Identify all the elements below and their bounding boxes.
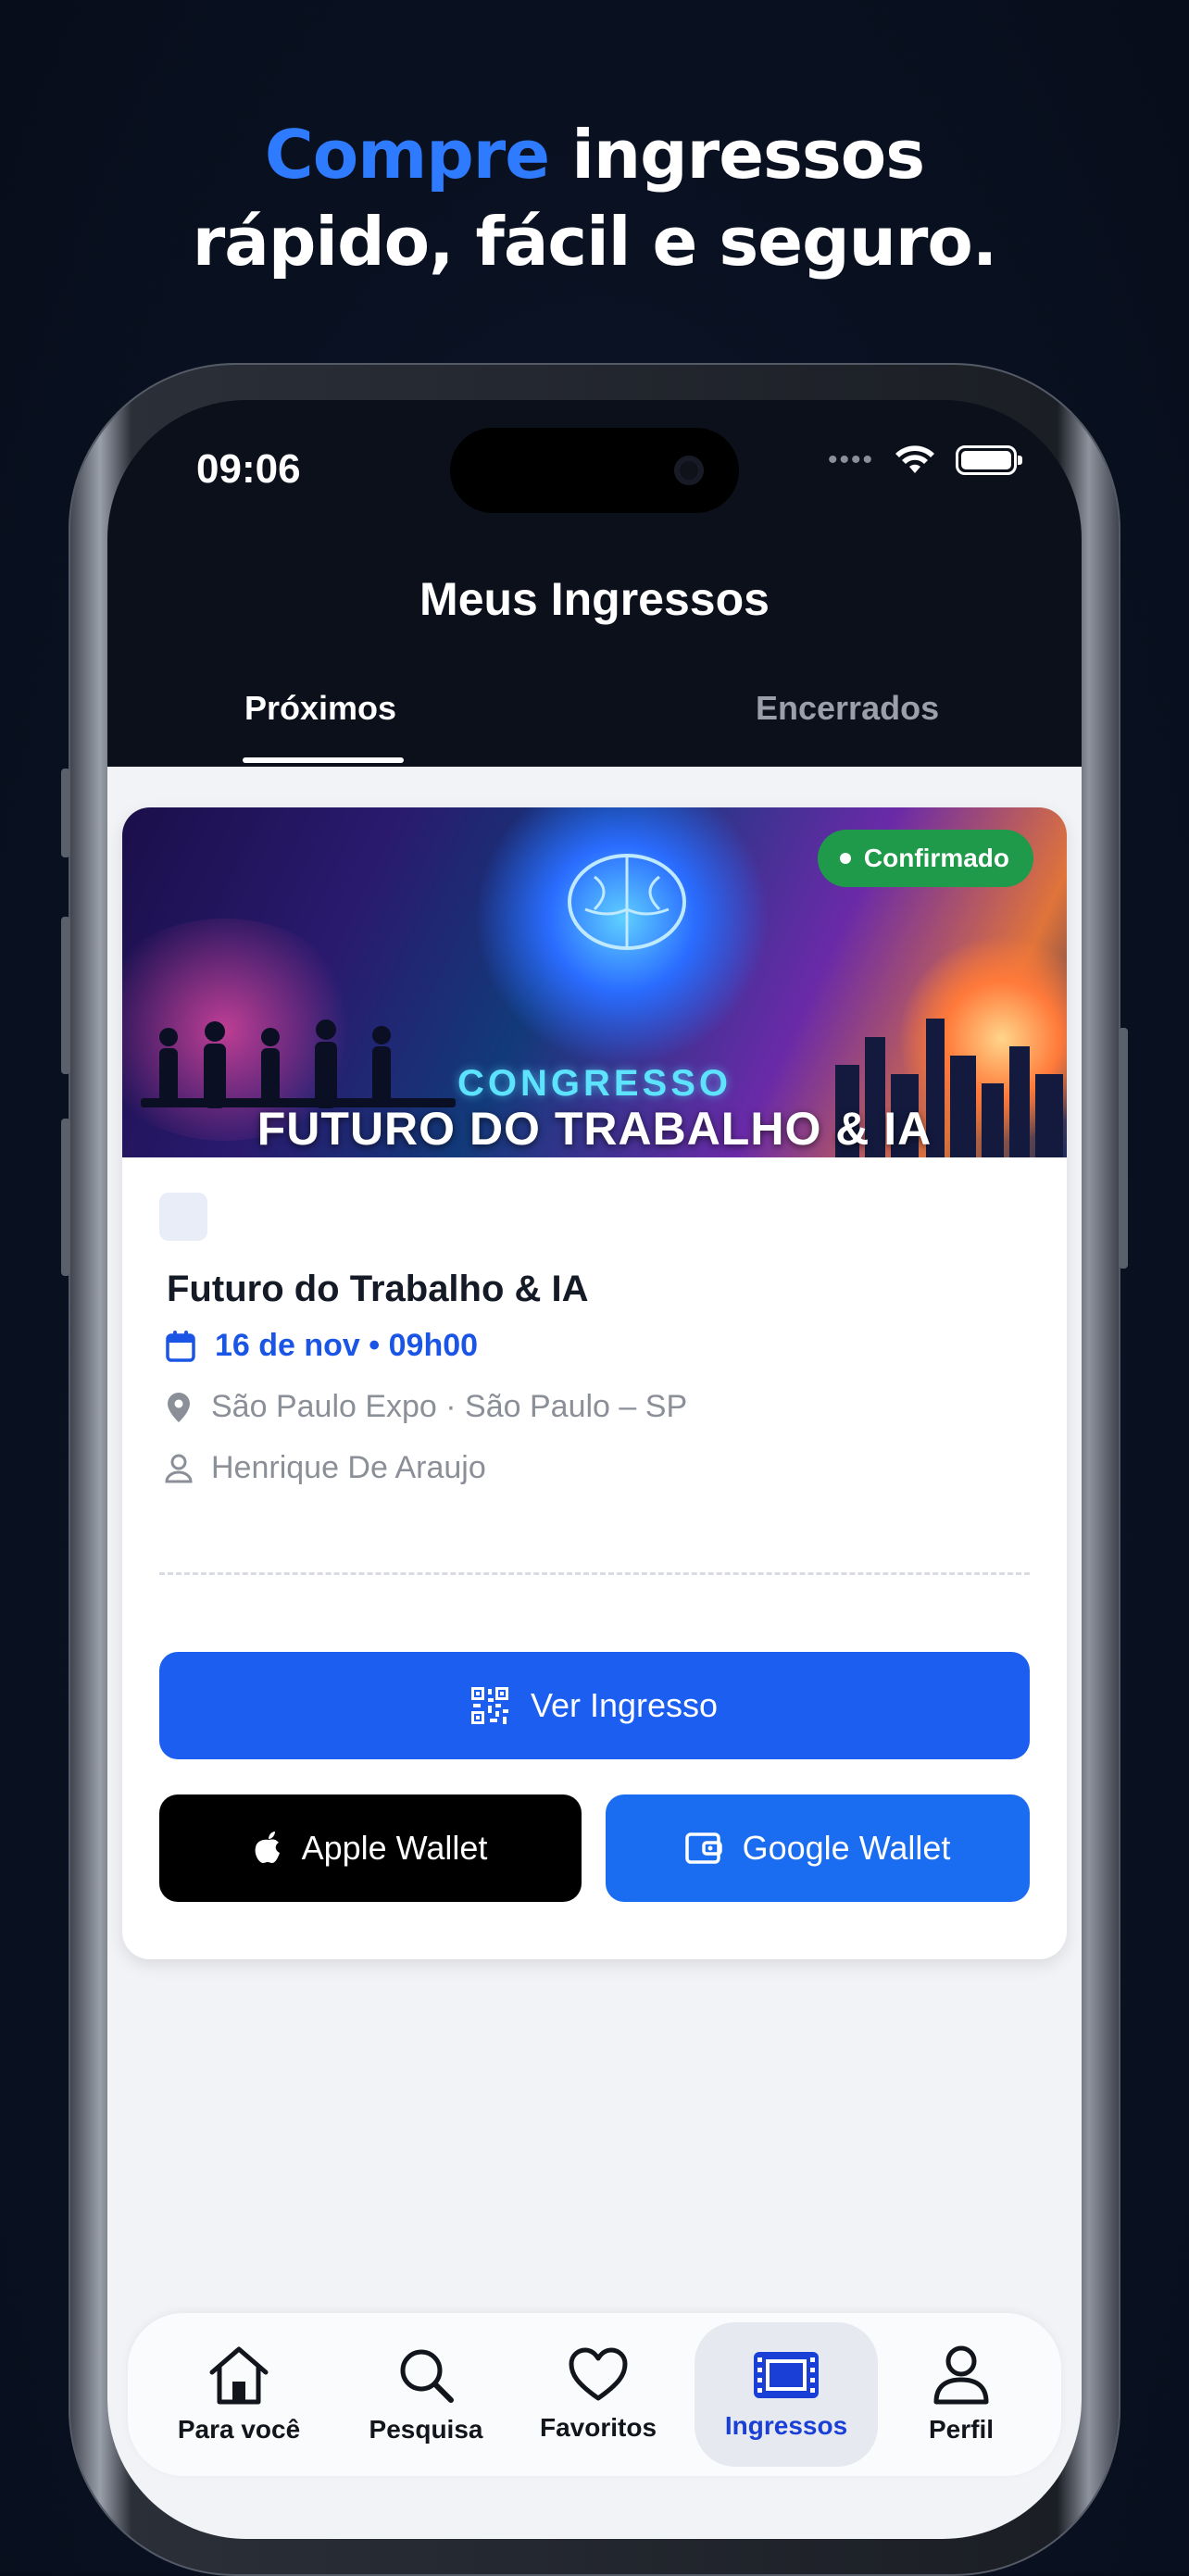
phone-power-button — [1119, 1028, 1128, 1269]
home-icon — [209, 2346, 269, 2405]
phone-volume-up — [61, 917, 70, 1074]
status-time: 09:06 — [196, 446, 301, 492]
view-ticket-label: Ver Ingresso — [530, 1686, 719, 1724]
ticket-holder-row: Henrique De Araujo — [165, 1450, 486, 1486]
status-icons: •••• — [827, 444, 1022, 476]
person-icon — [165, 1454, 193, 1482]
phone-action-button — [61, 769, 70, 857]
headline-accent: Compre — [264, 116, 550, 194]
nav-para-voce[interactable]: Para você — [146, 2313, 332, 2476]
view-ticket-button[interactable]: Ver Ingresso — [159, 1652, 1030, 1759]
headline-line-1: Compre ingressos — [0, 111, 1189, 198]
heart-icon — [569, 2347, 628, 2401]
qr-code-icon — [470, 1687, 508, 1724]
ticket-card[interactable]: CONGRESSO FUTURO DO TRABALHO & IA Confir… — [122, 807, 1067, 1959]
dynamic-island — [450, 428, 739, 513]
phone-volume-down — [61, 1119, 70, 1276]
status-badge: Confirmado — [817, 830, 1033, 887]
bottom-nav: Para você Pesquisa Favoritos Ingressos P… — [128, 2313, 1061, 2476]
nav-label-para-voce: Para você — [177, 2415, 301, 2444]
camera-icon — [674, 456, 704, 485]
phone-screen: 09:06 •••• Meus Ingressos Próximos Encer… — [107, 400, 1082, 2539]
apple-wallet-button[interactable]: Apple Wallet — [159, 1794, 582, 1902]
nav-label-favoritos: Favoritos — [539, 2413, 657, 2442]
nav-ingressos[interactable]: Ingressos — [695, 2313, 878, 2476]
status-badge-label: Confirmado — [863, 844, 1009, 872]
nav-favoritos[interactable]: Favoritos — [506, 2313, 691, 2476]
tab-proximos[interactable]: Próximos — [244, 689, 396, 728]
event-banner: CONGRESSO FUTURO DO TRABALHO & IA Confir… — [122, 807, 1067, 1157]
brain-illustration — [568, 854, 686, 950]
organizer-logo — [159, 1193, 207, 1241]
location-pin-icon — [168, 1392, 190, 1422]
event-venue-row: São Paulo Expo · São Paulo – SP — [165, 1389, 687, 1425]
event-title: Futuro do Trabalho & IA — [167, 1269, 589, 1309]
headline: Compre ingressos rápido, fácil e seguro. — [0, 111, 1189, 285]
tab-encerrados[interactable]: Encerrados — [756, 689, 939, 728]
nav-perfil[interactable]: Perfil — [869, 2313, 1054, 2476]
event-venue: São Paulo Expo · São Paulo – SP — [211, 1389, 688, 1424]
banner-title: FUTURO DO TRABALHO & IA — [257, 1103, 932, 1155]
nav-pesquisa[interactable]: Pesquisa — [333, 2313, 519, 2476]
ticket-holder-name: Henrique De Araujo — [211, 1450, 486, 1485]
banner-subtitle: CONGRESSO — [457, 1063, 732, 1104]
headline-line-2: rápido, fácil e seguro. — [192, 203, 997, 281]
content-area: CONGRESSO FUTURO DO TRABALHO & IA Confir… — [107, 767, 1082, 2539]
event-date: 16 de nov • 09h00 — [215, 1328, 479, 1363]
status-dot-icon — [839, 853, 851, 864]
apple-logo-icon — [255, 1832, 280, 1863]
wallet-icon — [684, 1832, 722, 1864]
signal-icon: •••• — [827, 444, 874, 475]
nav-label-pesquisa: Pesquisa — [369, 2415, 483, 2444]
battery-icon — [956, 445, 1022, 475]
page-title: Meus Ingressos — [419, 573, 770, 625]
user-icon — [933, 2345, 989, 2405]
nav-label-perfil: Perfil — [928, 2415, 995, 2444]
event-date-row: 16 de nov • 09h00 — [165, 1328, 478, 1364]
google-wallet-label: Google Wallet — [742, 1829, 951, 1867]
headline-line-1-rest: ingressos — [549, 116, 925, 194]
apple-wallet-label: Apple Wallet — [301, 1829, 488, 1867]
nav-label-ingressos: Ingressos — [724, 2411, 848, 2440]
calendar-icon — [166, 1330, 195, 1362]
search-icon — [400, 2349, 454, 2403]
tab-active-indicator — [243, 757, 404, 763]
ticket-icon — [754, 2352, 819, 2398]
wifi-icon — [895, 445, 934, 473]
ticket-divider — [159, 1572, 1030, 1575]
google-wallet-button[interactable]: Google Wallet — [606, 1794, 1030, 1902]
